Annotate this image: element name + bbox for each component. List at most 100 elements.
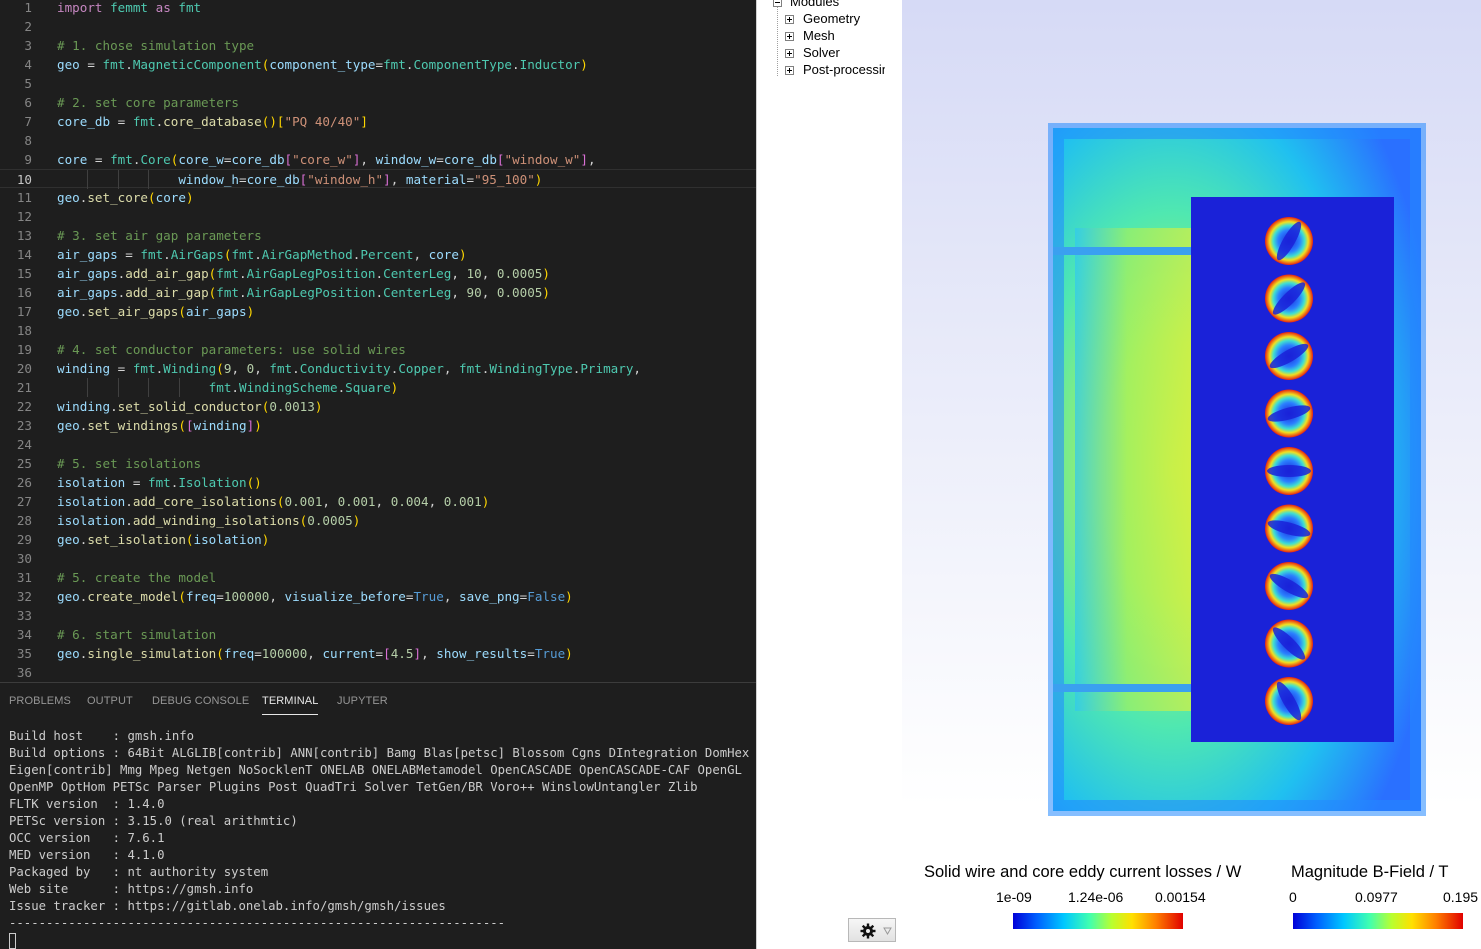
code-line[interactable]: 23 geo.set_windings([winding])	[0, 416, 756, 435]
code-line[interactable]: 5	[0, 74, 756, 93]
expand-icon[interactable]	[785, 49, 794, 58]
tab-debug-console[interactable]: DEBUG CONSOLE	[152, 695, 249, 707]
line-number: 4	[24, 57, 32, 72]
code-text: geo.set_core(core)	[57, 190, 194, 205]
line-number: 2	[24, 19, 32, 34]
code-text: # 1. chose simulation type	[57, 38, 255, 53]
panel-tab-bar: PROBLEMS OUTPUT DEBUG CONSOLE TERMINAL J…	[0, 683, 756, 719]
line-number: 6	[24, 95, 32, 110]
line-number: 14	[16, 247, 32, 262]
bfield-colorbar-mid: 0.0977	[1355, 889, 1398, 905]
code-line[interactable]: 21 fmt.WindingScheme.Square)	[0, 378, 756, 397]
bfield-colorbar-title: Magnitude B-Field / T	[1291, 863, 1449, 881]
code-line[interactable]: 22 winding.set_solid_conductor(0.0013)	[0, 397, 756, 416]
code-line[interactable]: 26 isolation = fmt.Isolation()	[0, 473, 756, 492]
losses-colorbar-min: 1e-09	[996, 889, 1032, 905]
outer-leg-field	[1075, 228, 1191, 711]
expand-icon[interactable]	[785, 66, 794, 75]
code-line[interactable]: 27 isolation.add_core_isolations(0.001, 0…	[0, 492, 756, 511]
code-line[interactable]: 35 geo.single_simulation(freq=100000, cur…	[0, 644, 756, 663]
losses-colorbar	[1013, 913, 1183, 929]
line-number: 19	[16, 342, 32, 357]
collapse-icon[interactable]	[773, 0, 782, 7]
tab-problems[interactable]: PROBLEMS	[9, 695, 71, 707]
tree-item-label: Solver	[803, 45, 840, 60]
losses-colorbar-mid: 1.24e-06	[1068, 889, 1124, 905]
code-line[interactable]: 36	[0, 663, 756, 682]
code-line[interactable]: 11 geo.set_core(core)	[0, 188, 756, 207]
code-line[interactable]: 2	[0, 17, 756, 36]
code-line[interactable]: 3 # 1. chose simulation type	[0, 36, 756, 55]
code-line[interactable]: 12	[0, 207, 756, 226]
code-line[interactable]: 8	[0, 131, 756, 150]
line-number: 21	[16, 380, 32, 395]
options-button[interactable]	[848, 918, 896, 942]
line-number: 24	[16, 437, 32, 452]
code-line[interactable]: 30	[0, 549, 756, 568]
code-line[interactable]: 15 air_gaps.add_air_gap(fmt.AirGapLegPosi…	[0, 264, 756, 283]
expand-icon[interactable]	[785, 15, 794, 24]
code-text: air_gaps.add_air_gap(fmt.AirGapLegPositi…	[57, 266, 550, 281]
code-text: core_db = fmt.core_database()["PQ 40/40"…	[57, 114, 368, 129]
code-line[interactable]: 34 # 6. start simulation	[0, 625, 756, 644]
code-line[interactable]: 29 geo.set_isolation(isolation)	[0, 530, 756, 549]
code-line[interactable]: 19 # 4. set conductor parameters: use sol…	[0, 340, 756, 359]
indent-guide	[87, 170, 89, 189]
expand-icon[interactable]	[785, 32, 794, 41]
bfield-colorbar-max: 0.195	[1443, 889, 1479, 905]
code-line[interactable]: 31 # 5. create the model	[0, 568, 756, 587]
code-line[interactable]: 18	[0, 321, 756, 340]
code-line[interactable]: 10 window_h=core_db["window_h"], materia…	[0, 169, 756, 189]
code-text: geo.create_model(freq=100000, visualize_…	[57, 589, 573, 604]
line-number: 28	[16, 513, 32, 528]
line-number: 17	[16, 304, 32, 319]
code-text: core = fmt.Core(core_w=core_db["core_w"]…	[57, 152, 596, 167]
code-line[interactable]: 20 winding = fmt.Winding(9, 0, fmt.Conduc…	[0, 359, 756, 378]
fem-result-plot	[1048, 123, 1426, 816]
code-line[interactable]: 33	[0, 606, 756, 625]
code-line[interactable]: 13 # 3. set air gap parameters	[0, 226, 756, 245]
indent-guide	[148, 378, 150, 397]
code-text: geo = fmt.MagneticComponent(component_ty…	[57, 57, 588, 72]
code-text: winding = fmt.Winding(9, 0, fmt.Conducti…	[57, 361, 641, 376]
code-text: fmt.WindingScheme.Square)	[208, 380, 399, 395]
tree-item-post-processing[interactable]: Post-processing	[785, 62, 885, 79]
terminal-output[interactable]: Build host : gmsh.info Build options : 6…	[9, 728, 754, 932]
code-line[interactable]: 9 core = fmt.Core(core_w=core_db["core_w"…	[0, 150, 756, 169]
code-line[interactable]: 7 core_db = fmt.core_database()["PQ 40/40…	[0, 112, 756, 131]
line-number: 26	[16, 475, 32, 490]
indent-guide	[87, 378, 89, 397]
code-line[interactable]: 25 # 5. set isolations	[0, 454, 756, 473]
indent-guide	[178, 378, 180, 397]
air-gap-lower	[1053, 684, 1193, 692]
line-number: 20	[16, 361, 32, 376]
line-number: 36	[16, 665, 32, 680]
line-number: 15	[16, 266, 32, 281]
line-number: 29	[16, 532, 32, 547]
line-number: 23	[16, 418, 32, 433]
code-text: # 5. create the model	[57, 570, 217, 585]
line-number: 5	[24, 76, 32, 91]
code-line[interactable]: 32 geo.create_model(freq=100000, visualiz…	[0, 587, 756, 606]
code-line[interactable]: 6 # 2. set core parameters	[0, 93, 756, 112]
code-text: isolation.add_winding_isolations(0.0005)	[57, 513, 361, 528]
code-line[interactable]: 17 geo.set_air_gaps(air_gaps)	[0, 302, 756, 321]
code-line[interactable]: 24	[0, 435, 756, 454]
code-text: isolation = fmt.Isolation()	[57, 475, 262, 490]
code-editor[interactable]: 1 import femmt as fmt 2 3 # 1. chose simulat…	[0, 0, 756, 682]
code-line[interactable]: 28 isolation.add_winding_isolations(0.000…	[0, 511, 756, 530]
tab-output[interactable]: OUTPUT	[87, 695, 133, 707]
code-text: # 2. set core parameters	[57, 95, 239, 110]
code-text: # 3. set air gap parameters	[57, 228, 262, 243]
code-line[interactable]: 16 air_gaps.add_air_gap(fmt.AirGapLegPosi…	[0, 283, 756, 302]
tab-jupyter[interactable]: JUPYTER	[337, 695, 388, 707]
line-number: 9	[24, 152, 32, 167]
line-number: 7	[24, 114, 32, 129]
line-number: 30	[16, 551, 32, 566]
gmsh-graphics-view[interactable]: Solid wire and core eddy current losses …	[902, 0, 1481, 949]
code-line[interactable]: 4 geo = fmt.MagneticComponent(component_t…	[0, 55, 756, 74]
code-line[interactable]: 1 import femmt as fmt	[0, 0, 756, 17]
indent-guide	[148, 170, 150, 189]
tab-terminal[interactable]: TERMINAL	[262, 695, 319, 715]
code-line[interactable]: 14 air_gaps = fmt.AirGaps(fmt.AirGapMetho…	[0, 245, 756, 264]
